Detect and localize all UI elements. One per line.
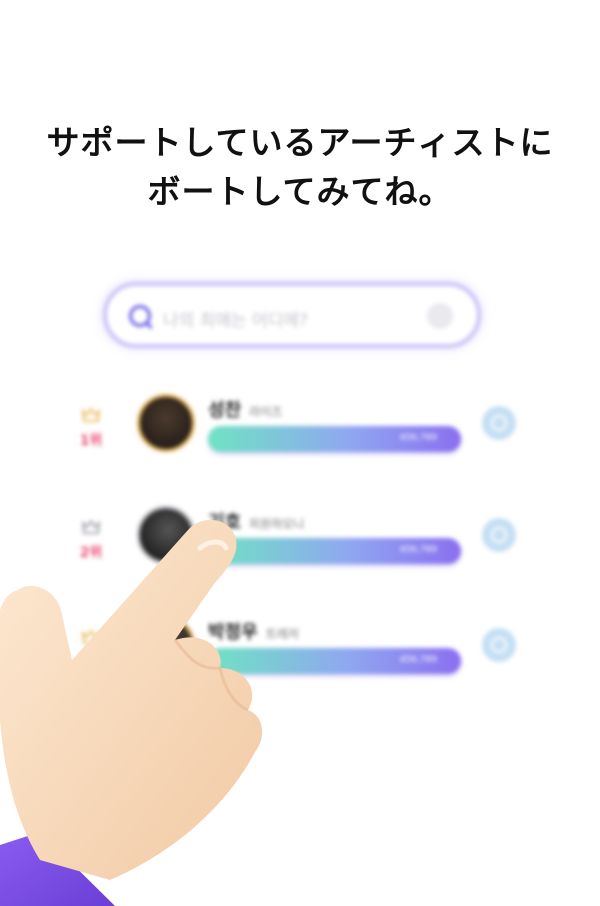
pointing-hand-illustration bbox=[0, 519, 263, 906]
